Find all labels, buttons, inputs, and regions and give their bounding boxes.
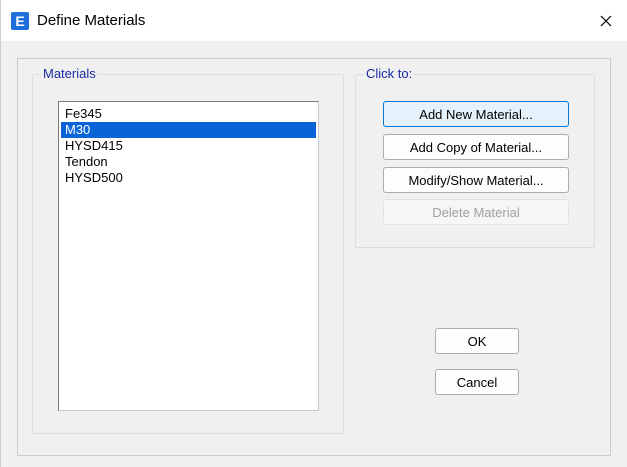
add-copy-of-material-button[interactable]: Add Copy of Material... <box>383 134 569 160</box>
cancel-button[interactable]: Cancel <box>435 369 519 395</box>
list-item[interactable]: Tendon <box>61 154 316 170</box>
window-title: Define Materials <box>37 12 146 29</box>
ok-button[interactable]: OK <box>435 328 519 354</box>
list-item[interactable]: Fe345 <box>61 106 316 122</box>
app-icon: E <box>11 12 29 30</box>
title-bar: E Define Materials <box>1 0 627 41</box>
modify-show-material-button[interactable]: Modify/Show Material... <box>383 167 569 193</box>
materials-listbox[interactable]: Fe345 M30 HYSD415 Tendon HYSD500 <box>58 101 319 411</box>
list-item[interactable]: HYSD500 <box>61 170 316 186</box>
define-materials-window: E Define Materials Materials Fe345 M30 H… <box>0 0 627 467</box>
materials-group-label: Materials <box>43 66 96 81</box>
list-item-selected[interactable]: M30 <box>61 122 316 138</box>
list-item[interactable]: HYSD415 <box>61 138 316 154</box>
delete-material-button: Delete Material <box>383 199 569 225</box>
click-to-group-label: Click to: <box>366 66 413 81</box>
close-icon <box>600 15 612 27</box>
add-new-material-button[interactable]: Add New Material... <box>383 101 569 127</box>
close-button[interactable] <box>591 8 621 34</box>
